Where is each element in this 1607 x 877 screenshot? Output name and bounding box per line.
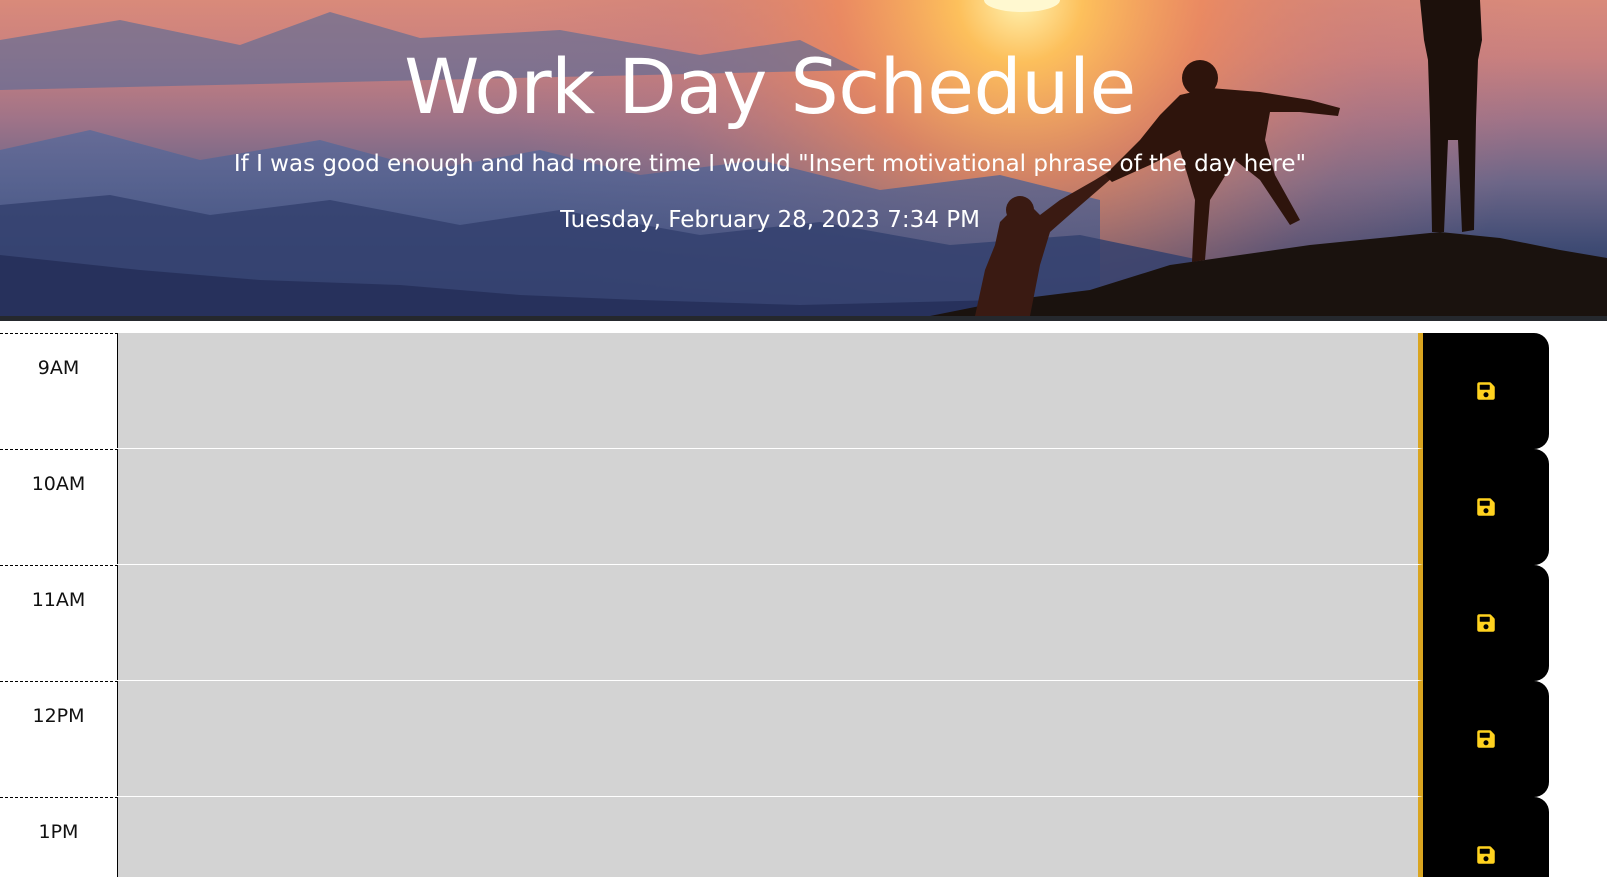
floppy-disk-icon: [1477, 614, 1495, 632]
event-description-input[interactable]: [118, 565, 1423, 681]
hour-label: 9AM: [0, 333, 118, 448]
save-button[interactable]: [1423, 797, 1549, 877]
hour-label: 11AM: [0, 565, 118, 680]
current-date: Tuesday, February 28, 2023 7:34 PM: [560, 207, 980, 233]
time-block: 9AM: [0, 333, 1607, 449]
floppy-disk-icon: [1477, 382, 1495, 400]
hour-label: 12PM: [0, 681, 118, 796]
hero-header: Work Day Schedule If I was good enough a…: [0, 0, 1607, 316]
save-button[interactable]: [1423, 565, 1549, 681]
time-block: 12PM: [0, 681, 1607, 797]
motivational-subtitle: If I was good enough and had more time I…: [233, 151, 1307, 177]
time-block: 11AM: [0, 565, 1607, 681]
time-block: 10AM: [0, 449, 1607, 565]
event-description-input[interactable]: [118, 449, 1423, 565]
event-description-input[interactable]: [118, 797, 1423, 877]
hour-label: 1PM: [0, 797, 118, 877]
event-description-input[interactable]: [118, 333, 1423, 449]
page-title: Work Day Schedule: [404, 42, 1136, 131]
page: Work Day Schedule If I was good enough a…: [0, 0, 1607, 877]
floppy-disk-icon: [1477, 846, 1495, 864]
event-description-input[interactable]: [118, 681, 1423, 797]
floppy-disk-icon: [1477, 730, 1495, 748]
save-button[interactable]: [1423, 333, 1549, 449]
hour-label: 10AM: [0, 449, 118, 564]
time-block: 1PM: [0, 797, 1607, 877]
save-button[interactable]: [1423, 449, 1549, 565]
floppy-disk-icon: [1477, 498, 1495, 516]
save-button[interactable]: [1423, 681, 1549, 797]
header-divider: [0, 316, 1607, 321]
schedule-container: 9AM 10AM 11AM 12PM 1PM: [0, 333, 1607, 877]
